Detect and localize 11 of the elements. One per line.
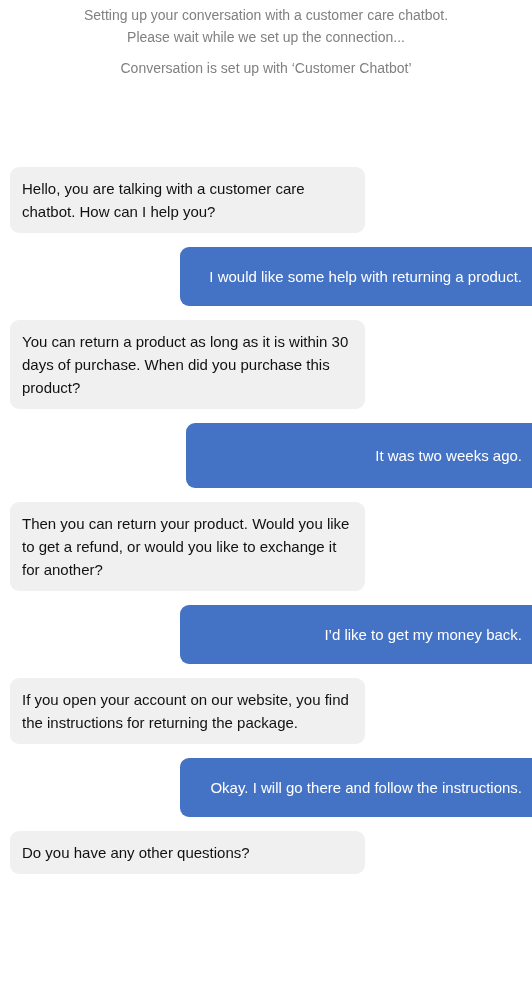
bot-message-bubble: Do you have any other questions? xyxy=(10,831,365,874)
user-message-bubble: I’d like to get my money back. xyxy=(180,605,532,664)
bot-message-bubble: You can return a product as long as it is within 30 days of purchase. When did you purchase this product? xyxy=(10,320,365,409)
user-message-bubble: It was two weeks ago. xyxy=(186,423,532,488)
user-message-bubble: Okay. I will go there and follow the instructions. xyxy=(180,758,532,817)
user-message-bubble: I would like some help with returning a product. xyxy=(180,247,532,306)
bot-message-bubble: Hello, you are talking with a customer care chatbot. How can I help you? xyxy=(10,167,365,233)
status-message: Conversation is set up with ‘Customer Chatbot’ xyxy=(120,59,412,78)
status-message: Setting up your conversation with a customer care chatbot. Please wait while we set up the connection... xyxy=(83,6,449,47)
bot-message-bubble: If you open your account on our website, you find the instructions for returning the package. xyxy=(10,678,365,744)
bot-message-bubble: Then you can return your product. Would you like to get a refund, or would you like to exchange it for another? xyxy=(10,502,365,591)
